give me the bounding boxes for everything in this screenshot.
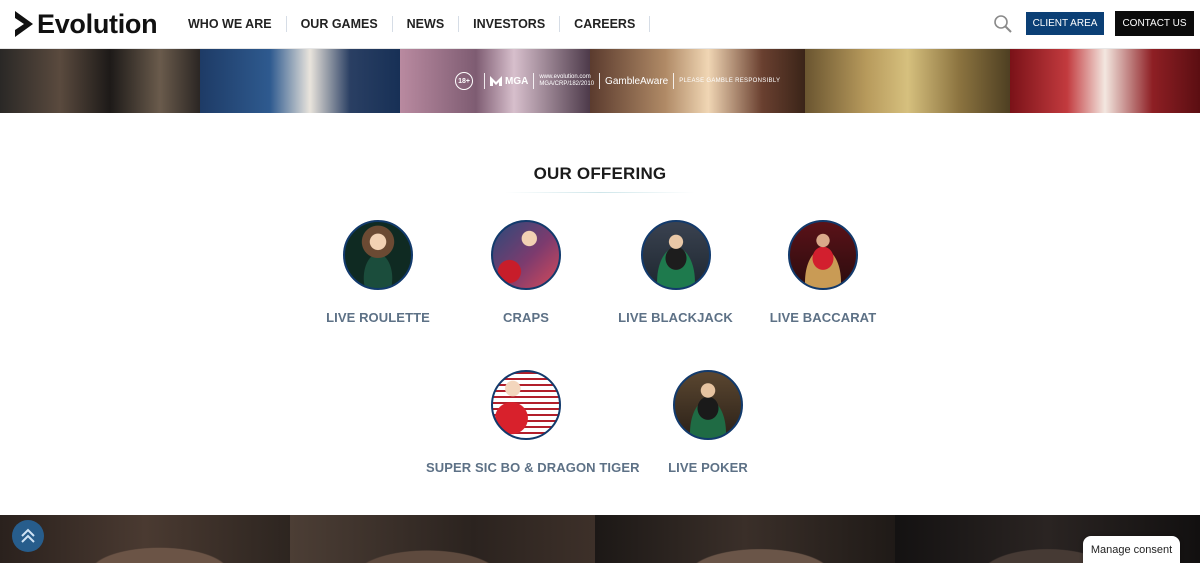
logo[interactable]: Evolution bbox=[13, 8, 158, 40]
age-badge: 18+ bbox=[455, 72, 473, 90]
game-label: LIVE BACCARAT bbox=[769, 310, 877, 325]
live-roulette-image bbox=[343, 220, 413, 290]
hero-banner: 18+ MGA www.evolution.com MGA/CRP/182/20… bbox=[0, 49, 1200, 113]
game-label: CRAPS bbox=[502, 310, 549, 325]
divider bbox=[599, 73, 601, 89]
live-baccarat-image bbox=[788, 220, 858, 290]
game-live-blackjack[interactable]: LIVE BLACKJACK bbox=[608, 220, 743, 325]
game-live-roulette[interactable]: LIVE ROULETTE bbox=[318, 220, 438, 325]
mga-registration: www.evolution.com MGA/CRP/182/2010 bbox=[539, 74, 594, 88]
mga-reg-line-1: www.evolution.com bbox=[539, 74, 591, 80]
bottom-image-3 bbox=[595, 515, 895, 563]
offering-title: OUR OFFERING bbox=[533, 164, 667, 183]
double-chevron-up-icon bbox=[21, 528, 35, 543]
contact-us-button[interactable]: CONTACT US bbox=[1115, 11, 1194, 36]
logo-text: Evolution bbox=[37, 8, 158, 39]
site-header: Evolution WHO WE ARE OUR GAMES NEWS INVE… bbox=[0, 0, 1200, 49]
manage-consent-button[interactable]: Manage consent bbox=[1083, 536, 1180, 563]
bottom-image-2 bbox=[290, 515, 595, 563]
game-craps[interactable]: CRAPS bbox=[466, 220, 586, 325]
mga-logo: MGA bbox=[490, 76, 528, 87]
mga-label: MGA bbox=[505, 75, 529, 87]
game-label: LIVE POKER bbox=[668, 460, 748, 475]
hero-image-dealers bbox=[0, 49, 200, 113]
scroll-to-top-button[interactable] bbox=[12, 520, 44, 552]
game-label: LIVE ROULETTE bbox=[326, 310, 430, 325]
divider bbox=[533, 73, 535, 89]
nav-our-games[interactable]: OUR GAMES bbox=[287, 16, 393, 32]
divider bbox=[484, 73, 485, 89]
game-super-sic-bo-dragon-tiger[interactable]: SUPER SIC BO & DRAGON TIGER bbox=[426, 370, 640, 475]
live-blackjack-image bbox=[640, 220, 711, 290]
responsible-text: PLEASE GAMBLE RESPONSIBLY bbox=[679, 78, 781, 84]
responsible-gaming-strip: 18+ MGA www.evolution.com MGA/CRP/182/20… bbox=[455, 69, 780, 93]
divider bbox=[673, 73, 675, 89]
game-label: SUPER SIC BO & DRAGON TIGER bbox=[426, 460, 640, 475]
mga-icon bbox=[490, 76, 502, 86]
game-live-poker[interactable]: LIVE POKER bbox=[648, 370, 768, 475]
nav-investors[interactable]: INVESTORS bbox=[459, 16, 561, 32]
nav-careers[interactable]: CAREERS bbox=[560, 16, 651, 32]
craps-image bbox=[491, 220, 561, 290]
main-nav: WHO WE ARE OUR GAMES NEWS INVESTORS CARE… bbox=[174, 14, 651, 34]
nav-who-we-are[interactable]: WHO WE ARE bbox=[174, 16, 287, 32]
client-area-button[interactable]: CLIENT AREA bbox=[1026, 12, 1104, 35]
gambleaware-logo: GambleAware bbox=[605, 75, 669, 87]
hero-image-studio bbox=[200, 49, 400, 113]
mga-reg-line-2: MGA/CRP/182/2010 bbox=[539, 81, 595, 87]
super-sic-bo-dragon-tiger-image bbox=[491, 370, 561, 440]
hero-image-red-room bbox=[1010, 49, 1200, 113]
logo-mark-icon bbox=[15, 11, 33, 37]
title-underline bbox=[505, 192, 695, 193]
game-live-baccarat[interactable]: LIVE BACCARAT bbox=[763, 220, 883, 325]
search-icon[interactable] bbox=[993, 14, 1013, 34]
hero-image-table bbox=[805, 49, 1010, 113]
nav-news[interactable]: NEWS bbox=[393, 16, 460, 32]
game-label: LIVE BLACKJACK bbox=[618, 310, 733, 325]
bottom-banner bbox=[0, 515, 1200, 563]
live-poker-image bbox=[673, 370, 743, 440]
